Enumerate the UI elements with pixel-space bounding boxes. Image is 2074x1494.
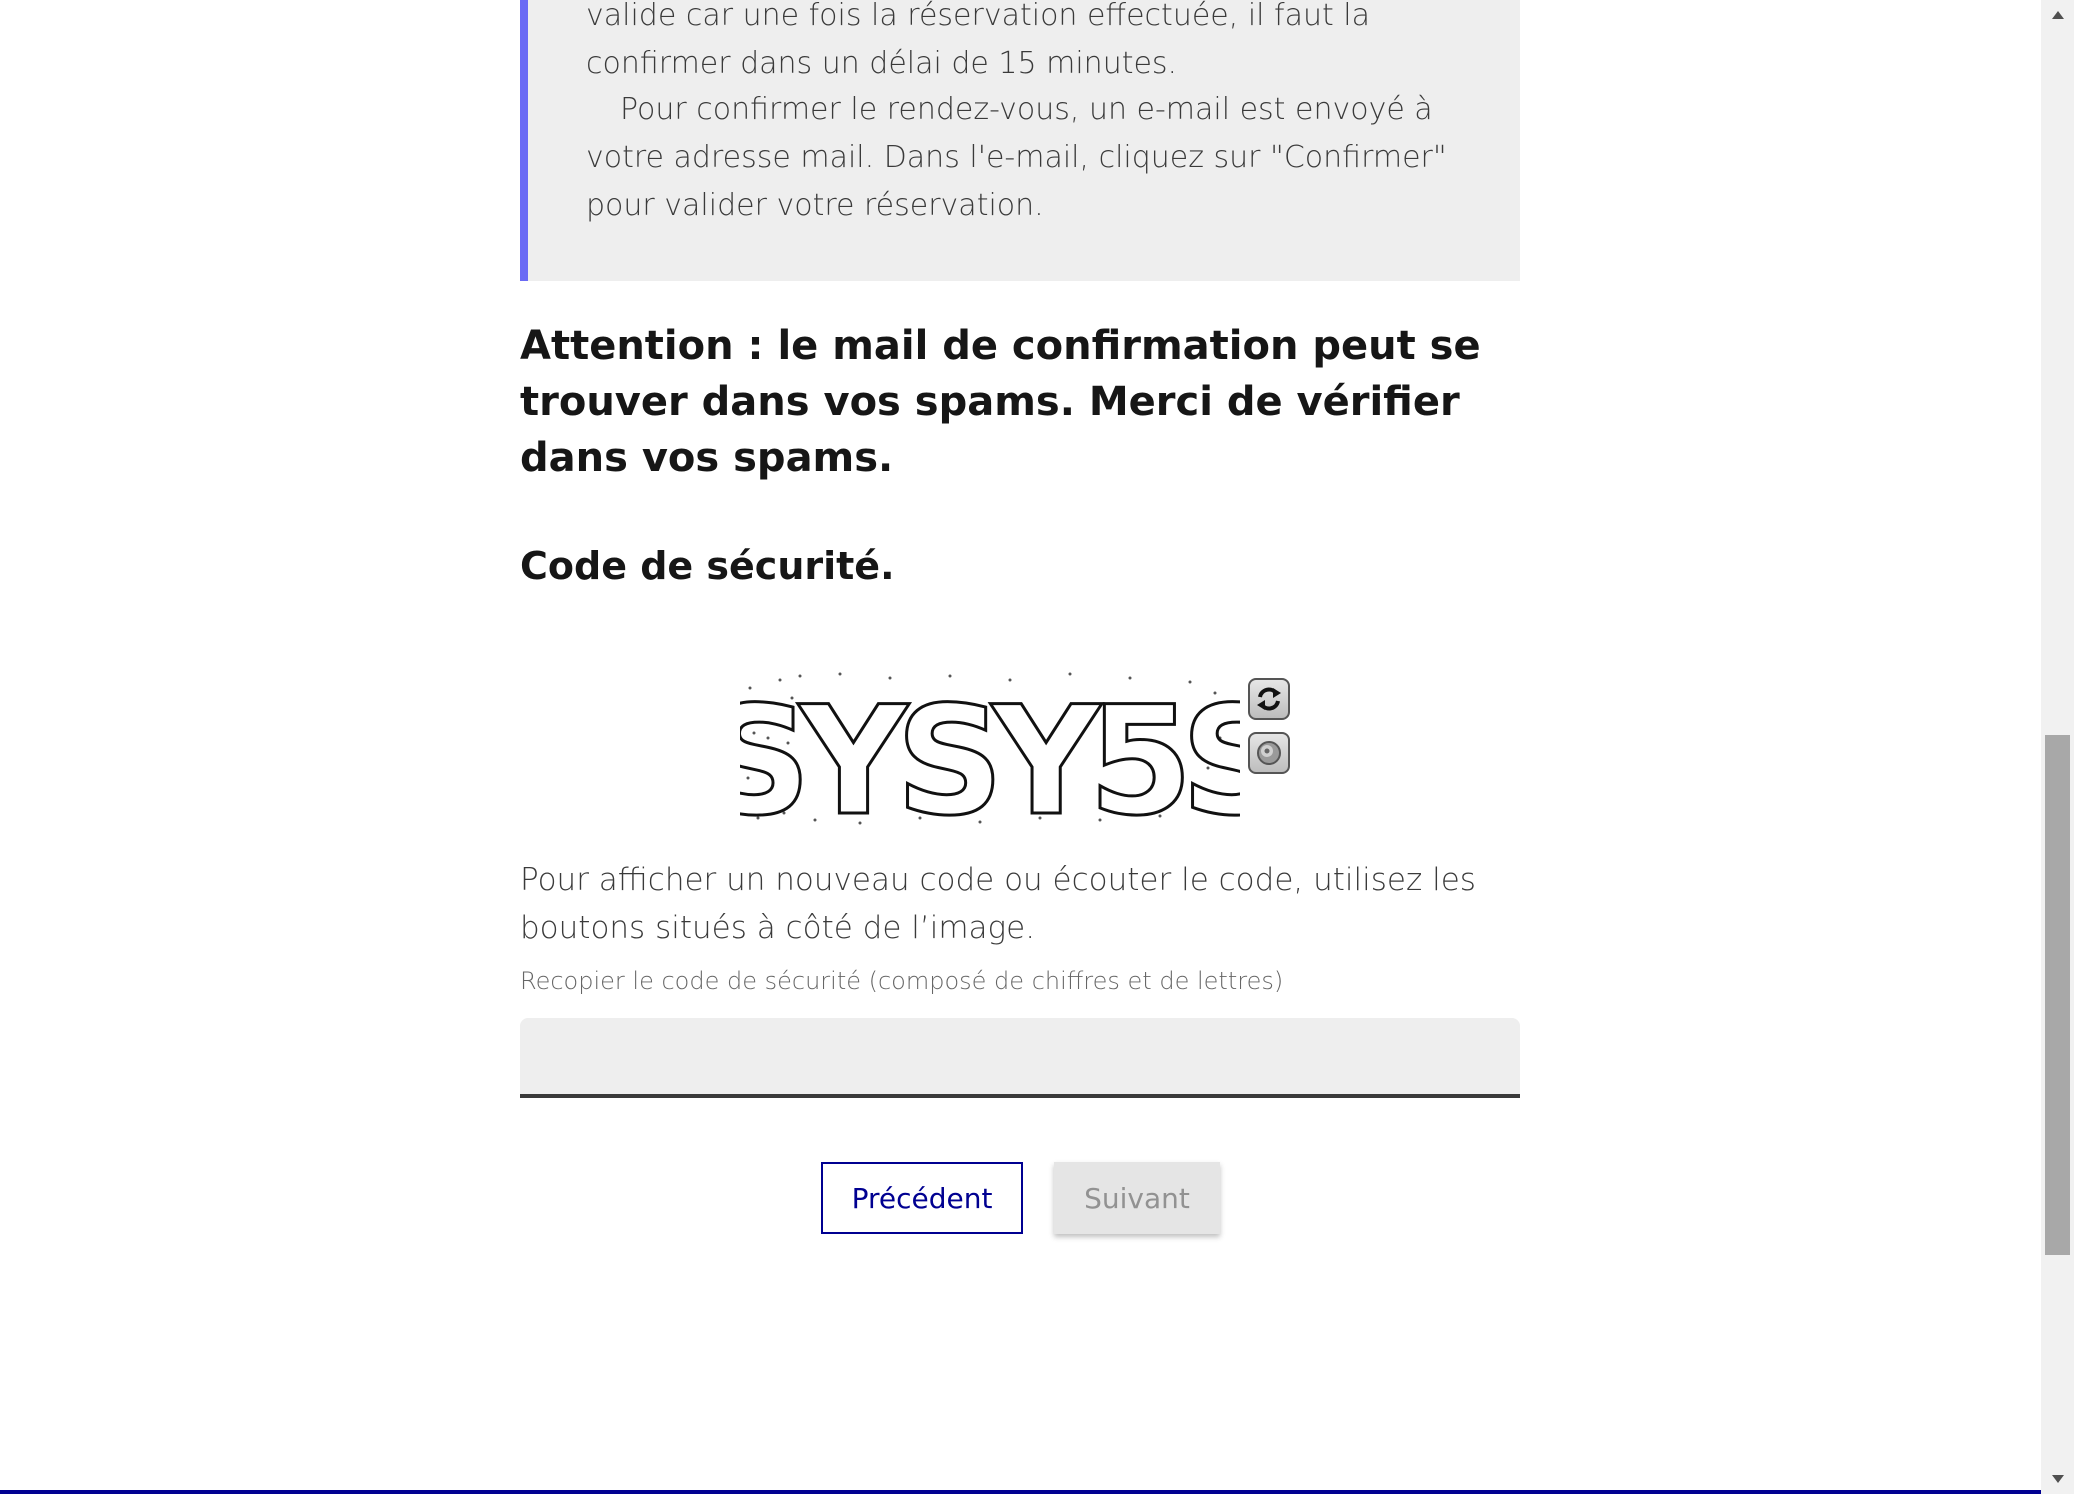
scroll-down-arrow[interactable] [2041, 1464, 2074, 1494]
callout-paragraph-1: valide car une fois la réservation effec… [586, 0, 1370, 81]
speaker-icon [1257, 741, 1281, 765]
captcha-help-text: Pour afficher un nouveau code ou écouter… [520, 862, 1476, 946]
triangle-up-icon [2051, 11, 2064, 19]
page: valide car une fois la réservation effec… [0, 0, 2041, 1494]
main-content: valide car une fois la réservation effec… [520, 0, 1520, 1234]
triangle-down-icon [2051, 1475, 2064, 1483]
footer-border [0, 1490, 2041, 1494]
captcha-image: SYSY5S [740, 668, 1260, 828]
security-code-input[interactable] [520, 1018, 1520, 1098]
next-button[interactable]: Suivant [1054, 1162, 1220, 1234]
captcha-refresh-button[interactable] [1248, 678, 1290, 720]
scroll-up-arrow[interactable] [2041, 0, 2074, 30]
callout-paragraph-2: Pour confirmer le rendez-vous, un e-mail… [586, 92, 1447, 223]
captcha-text: SYSY5S [740, 675, 1240, 828]
captcha-graphic: SYSY5S [740, 672, 1240, 828]
previous-button[interactable]: Précédent [821, 1162, 1023, 1234]
security-code-title: Code de sécurité. [520, 544, 895, 588]
scrollbar-thumb[interactable] [2045, 735, 2070, 1255]
refresh-icon [1257, 687, 1281, 711]
vertical-scrollbar[interactable] [2041, 0, 2074, 1494]
captcha-audio-button[interactable] [1248, 732, 1290, 774]
spam-warning-heading: Attention : le mail de confirmation peut… [520, 323, 1481, 481]
security-code-label: Recopier le code de sécurité (composé de… [520, 967, 1284, 995]
info-callout: valide car une fois la réservation effec… [520, 0, 1520, 281]
